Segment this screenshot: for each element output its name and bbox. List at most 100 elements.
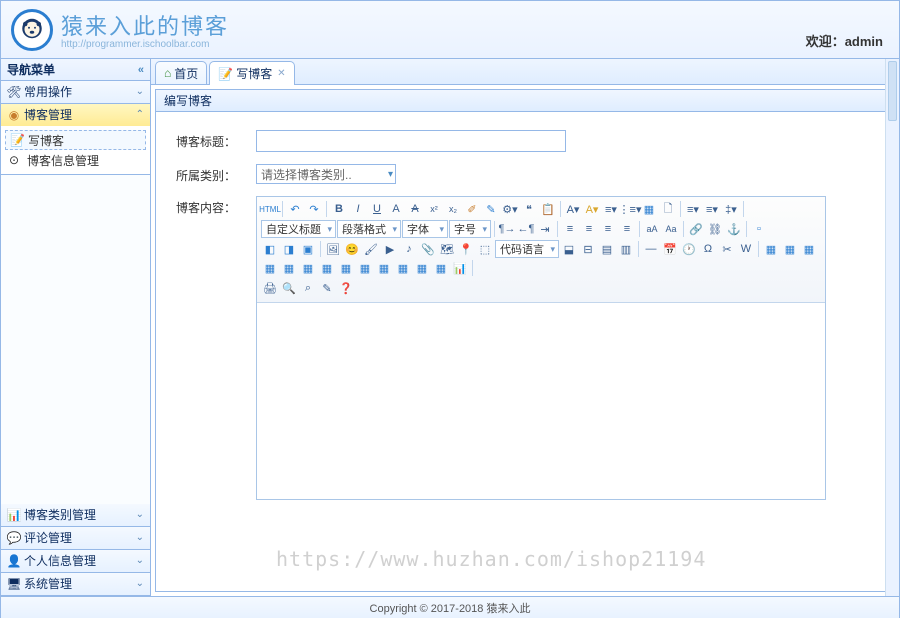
emotion-button[interactable]: 😊 bbox=[343, 240, 361, 258]
undo-button[interactable]: ↶ bbox=[286, 200, 304, 218]
spechars-button[interactable]: Ω bbox=[699, 240, 717, 258]
alignleft-button[interactable]: ≡ bbox=[561, 220, 579, 238]
insertcode-select[interactable]: 代码语言 bbox=[495, 240, 559, 258]
backcolor-button[interactable]: A▾ bbox=[583, 200, 601, 218]
redo-button[interactable]: ↷ bbox=[305, 200, 323, 218]
fontsize-select[interactable]: 字号 bbox=[449, 220, 491, 238]
charts-button[interactable]: 📊 bbox=[451, 259, 469, 277]
date-button[interactable]: 📅 bbox=[661, 240, 679, 258]
html-source-button[interactable]: HTML bbox=[261, 200, 279, 218]
imageleft-button[interactable]: ◧ bbox=[261, 240, 279, 258]
selectall-button[interactable]: ▦ bbox=[640, 200, 658, 218]
close-icon[interactable]: ✕ bbox=[277, 68, 285, 79]
category-select[interactable]: 请选择博客类别.. ▾ bbox=[256, 164, 396, 184]
time-button[interactable]: 🕐 bbox=[680, 240, 698, 258]
fontborder-button[interactable]: A bbox=[387, 200, 405, 218]
insertimage-button[interactable]: 🖼 bbox=[324, 240, 342, 258]
pasteplain-button[interactable]: 📋 bbox=[539, 200, 557, 218]
imageright-button[interactable]: ◨ bbox=[280, 240, 298, 258]
insertframe-button[interactable]: ⬚ bbox=[476, 240, 494, 258]
insertvideo-button[interactable]: ▶ bbox=[381, 240, 399, 258]
blockquote-button[interactable]: ❝ bbox=[520, 200, 538, 218]
horizontal-button[interactable]: — bbox=[642, 240, 660, 258]
insertcol-button[interactable]: ▦ bbox=[299, 259, 317, 277]
searchreplace-button[interactable]: ⌕ bbox=[299, 279, 317, 297]
aligncenter-button[interactable]: ≡ bbox=[580, 220, 598, 238]
attachment-button[interactable]: 📎 bbox=[419, 240, 437, 258]
anchor-button[interactable]: ⚓ bbox=[725, 220, 743, 238]
deletecol-button[interactable]: ▦ bbox=[318, 259, 336, 277]
splittorows-button[interactable]: ▦ bbox=[413, 259, 431, 277]
preview-button[interactable]: 🔍 bbox=[280, 279, 298, 297]
mergeright-button[interactable]: ▦ bbox=[356, 259, 374, 277]
insertrow-button[interactable]: ▦ bbox=[261, 259, 279, 277]
snapscreen-button[interactable]: ✂ bbox=[718, 240, 736, 258]
rowspacingbottom-button[interactable]: ≡▾ bbox=[703, 200, 721, 218]
blog-title-input[interactable] bbox=[256, 130, 566, 152]
wordimage-button[interactable]: W bbox=[737, 240, 755, 258]
sidebar-section-comment[interactable]: 💬评论管理 ⌄ bbox=[1, 527, 150, 549]
template-button[interactable]: ▤ bbox=[598, 240, 616, 258]
splittocols-button[interactable]: ▦ bbox=[432, 259, 450, 277]
insertol-button[interactable]: ≡▾ bbox=[602, 200, 620, 218]
fontfamily-select[interactable]: 字体 bbox=[402, 220, 448, 238]
italic-button[interactable]: I bbox=[349, 200, 367, 218]
tab-home[interactable]: ⌂ 首页 bbox=[155, 61, 207, 84]
sidebar-section-blog[interactable]: ◉博客管理 ⌃ bbox=[1, 104, 150, 126]
strikethrough-button[interactable]: A bbox=[406, 200, 424, 218]
scrollbar[interactable] bbox=[885, 59, 899, 596]
sidebar-section-category[interactable]: 📊博客类别管理 ⌄ bbox=[1, 504, 150, 526]
scrollbar-thumb[interactable] bbox=[888, 61, 897, 121]
gmap-button[interactable]: 📍 bbox=[457, 240, 475, 258]
indent-button[interactable]: ⇥ bbox=[536, 220, 554, 238]
dirltr-button[interactable]: ¶→ bbox=[498, 220, 516, 238]
customstyle-select[interactable]: 自定义标题 bbox=[261, 220, 336, 238]
sidebar-item-write-blog[interactable]: 📝 写博客 bbox=[5, 130, 146, 150]
rowspacingtop-button[interactable]: ≡▾ bbox=[684, 200, 702, 218]
sidebar-section-profile[interactable]: 👤个人信息管理 ⌄ bbox=[1, 550, 150, 572]
tab-write-blog[interactable]: 📝 写博客 ✕ bbox=[209, 61, 294, 85]
dirrtl-button[interactable]: ←¶ bbox=[517, 220, 535, 238]
deleterow-button[interactable]: ▦ bbox=[280, 259, 298, 277]
deletetable-button[interactable]: ▦ bbox=[781, 240, 799, 258]
link-button[interactable]: 🔗 bbox=[687, 220, 705, 238]
mergedown-button[interactable]: ▦ bbox=[375, 259, 393, 277]
insertul-button[interactable]: ⋮≡▾ bbox=[621, 200, 639, 218]
sidebar-collapse-icon[interactable]: « bbox=[138, 59, 144, 81]
help-button[interactable]: ❓ bbox=[337, 279, 355, 297]
tolowercase-button[interactable]: Aa bbox=[662, 220, 680, 238]
underline-button[interactable]: U bbox=[368, 200, 386, 218]
pagebreak-button[interactable]: ⊟ bbox=[579, 240, 597, 258]
imagenone-button[interactable]: ▫ bbox=[750, 220, 768, 238]
splittocells-button[interactable]: ▦ bbox=[394, 259, 412, 277]
inserttable-button[interactable]: ▦ bbox=[762, 240, 780, 258]
subscript-button[interactable]: x₂ bbox=[444, 200, 462, 218]
sidebar-item-manage-blog[interactable]: ⊙ 博客信息管理 bbox=[5, 150, 146, 170]
sidebar-section-system[interactable]: 🖥系统管理 ⌄ bbox=[1, 573, 150, 595]
formatmatch-button[interactable]: ✎ bbox=[482, 200, 500, 218]
sidebar-section-common[interactable]: 🛠常用操作 ⌄ bbox=[1, 81, 150, 103]
unlink-button[interactable]: ⛓ bbox=[706, 220, 724, 238]
scrawl-button[interactable]: 🖌 bbox=[362, 240, 380, 258]
removeformat-button[interactable]: ✐ bbox=[463, 200, 481, 218]
mergecells-button[interactable]: ▦ bbox=[337, 259, 355, 277]
webapp-button[interactable]: ⬓ bbox=[560, 240, 578, 258]
lineheight-button[interactable]: ‡▾ bbox=[722, 200, 740, 218]
insertparagraphbeforetable-button[interactable]: ▦ bbox=[800, 240, 818, 258]
cleardoc-button[interactable]: 🗋 bbox=[659, 200, 677, 218]
map-button[interactable]: 🗺 bbox=[438, 240, 456, 258]
alignright-button[interactable]: ≡ bbox=[599, 220, 617, 238]
superscript-button[interactable]: x² bbox=[425, 200, 443, 218]
editor-textarea[interactable] bbox=[257, 303, 825, 499]
alignjustify-button[interactable]: ≡ bbox=[618, 220, 636, 238]
background-button[interactable]: ▥ bbox=[617, 240, 635, 258]
bold-button[interactable]: B bbox=[330, 200, 348, 218]
imagecenter-button[interactable]: ▣ bbox=[299, 240, 317, 258]
print-button[interactable]: 🖨 bbox=[261, 279, 279, 297]
drafts-button[interactable]: ✎ bbox=[318, 279, 336, 297]
autotypeset-button[interactable]: ⚙▾ bbox=[501, 200, 519, 218]
paragraph-select[interactable]: 段落格式 bbox=[337, 220, 401, 238]
touppercase-button[interactable]: aA bbox=[643, 220, 661, 238]
forecolor-button[interactable]: A▾ bbox=[564, 200, 582, 218]
music-button[interactable]: ♪ bbox=[400, 240, 418, 258]
